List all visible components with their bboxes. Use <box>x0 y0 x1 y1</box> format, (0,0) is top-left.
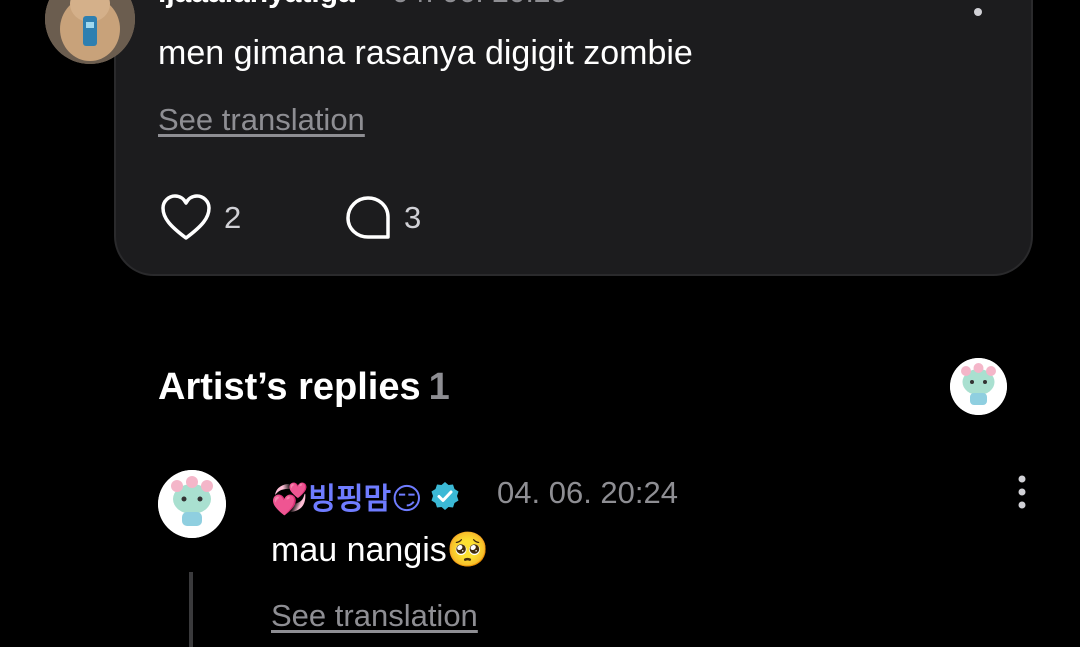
more-options-icon[interactable] <box>968 4 988 18</box>
speech-bubble-icon <box>346 196 390 239</box>
artist-replies-count: 1 <box>428 366 450 408</box>
reply-text: mau nangis🥺 <box>271 531 490 569</box>
comments-page: ijaaalahyatiga 04. 06. 20:25 men gimana … <box>0 0 1080 647</box>
cartoon-character-avatar-icon <box>158 470 226 538</box>
reply-count: 3 <box>404 200 422 235</box>
artist-replies-title: Artist’s replies 1 <box>158 366 450 409</box>
comment-author[interactable]: ijaaalahyatiga <box>158 0 355 10</box>
reply-button[interactable]: 3 <box>344 192 421 244</box>
artist-avatar-badge[interactable] <box>950 358 1007 415</box>
comment-timestamp: 04. 06. 20:25 <box>392 0 567 10</box>
comment-see-translation-link[interactable]: See translation <box>158 102 365 138</box>
like-button[interactable]: 2 <box>160 192 241 244</box>
reply-author[interactable]: 💞빙핑맘😏 <box>271 474 460 518</box>
cartoon-character-avatar-icon <box>950 358 1007 415</box>
thread-line <box>189 572 193 647</box>
heart-icon <box>161 194 211 240</box>
comment-text: men gimana rasanya digigit zombie <box>158 34 693 72</box>
like-count: 2 <box>224 200 242 235</box>
verified-check-icon <box>431 482 459 510</box>
reply-avatar[interactable] <box>158 470 226 538</box>
reply-author-name: 💞빙핑맘😏 <box>271 483 423 516</box>
reply-see-translation-link[interactable]: See translation <box>271 598 478 634</box>
reply-timestamp: 04. 06. 20:24 <box>497 475 678 510</box>
more-options-icon[interactable] <box>1012 474 1032 510</box>
artist-replies-label: Artist’s replies <box>158 366 421 408</box>
